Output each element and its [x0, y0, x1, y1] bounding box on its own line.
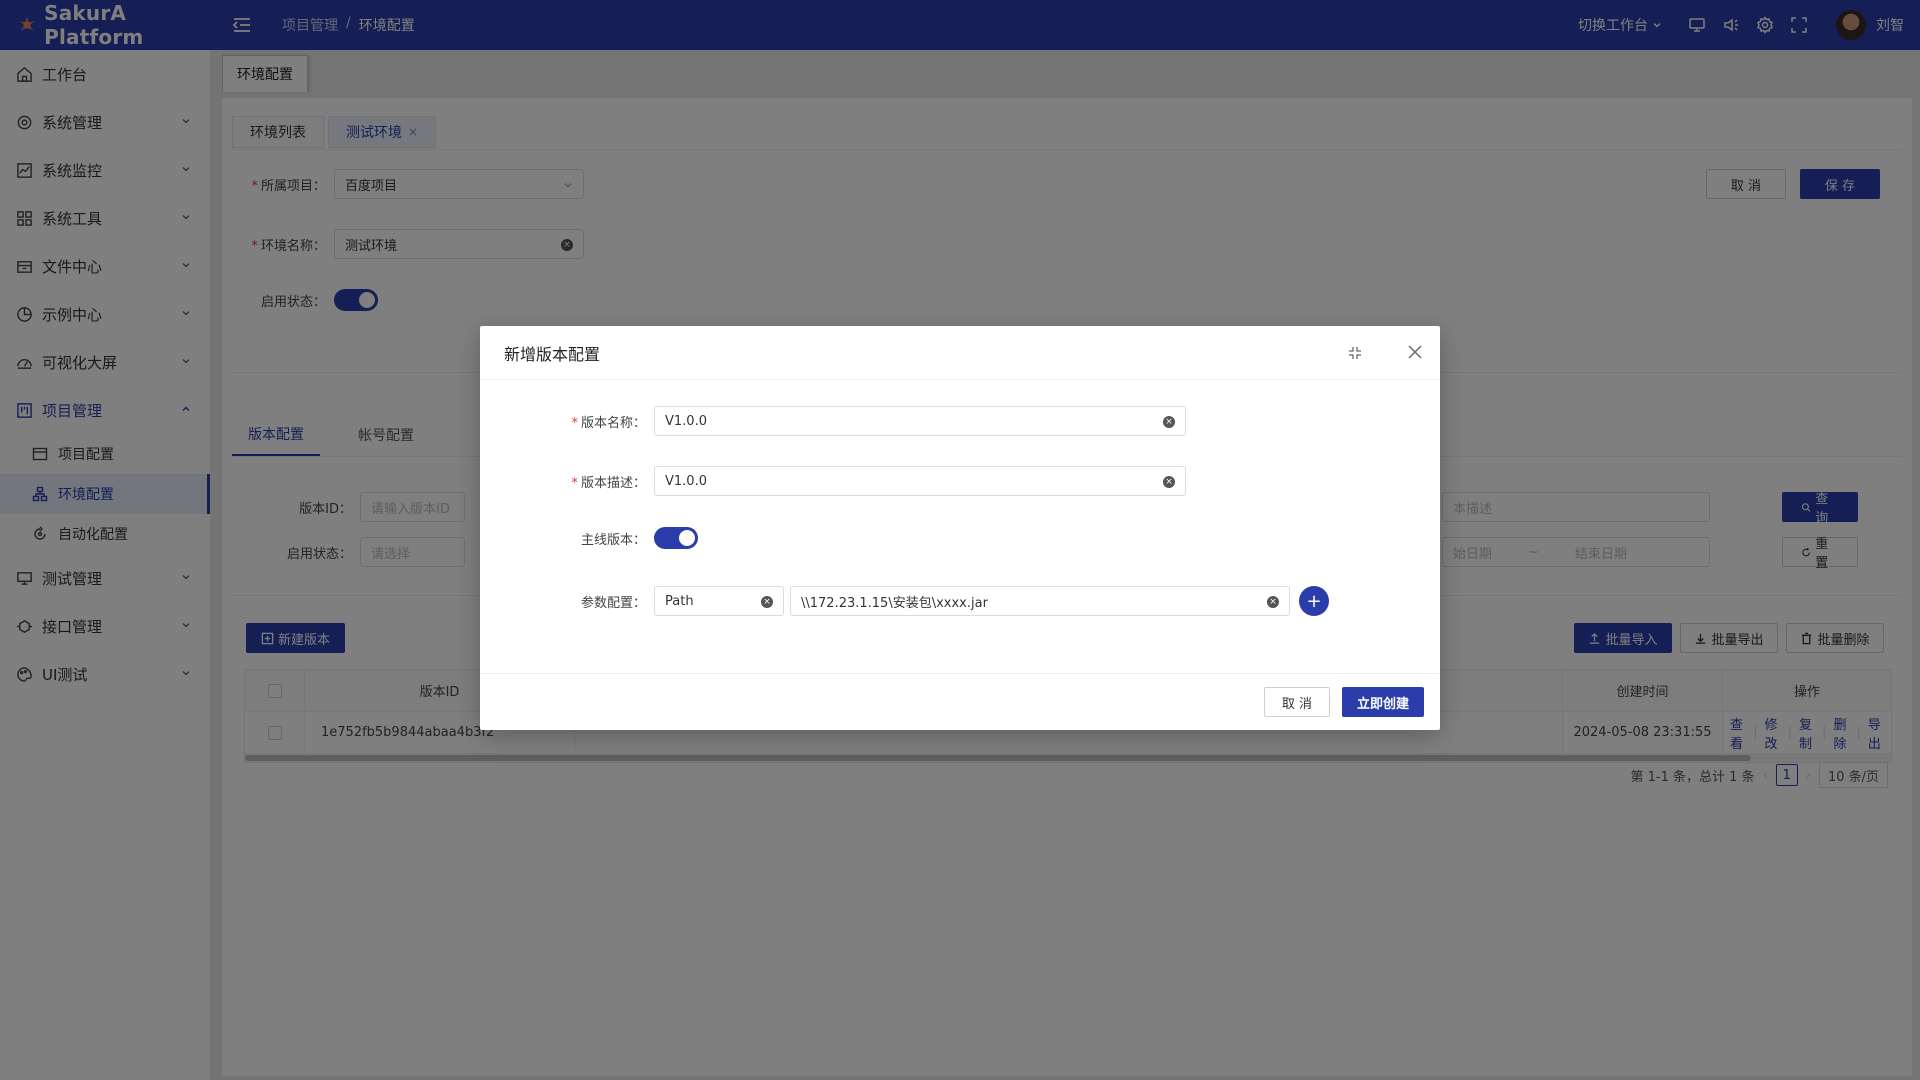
create-now-button[interactable]: 立即创建	[1342, 687, 1424, 717]
new-version-modal: 新增版本配置 * 版本名称： V1.0.0 × * 版本描述： V1.0.0 × 主…	[480, 326, 1440, 730]
param-config-row: 参数配置： Path × \\172.23.1.15\安装包\xxxx.jar …	[480, 586, 1329, 616]
required-mark: *	[571, 415, 578, 431]
clear-icon[interactable]: ×	[1163, 476, 1175, 488]
modal-title: 新增版本配置	[504, 344, 601, 364]
version-desc-label: * 版本描述：	[480, 472, 654, 491]
required-mark: *	[571, 475, 578, 491]
clear-icon[interactable]: ×	[761, 596, 773, 608]
close-icon[interactable]	[1406, 343, 1424, 361]
version-name-value: V1.0.0	[665, 413, 707, 429]
param-config-label: 参数配置：	[580, 595, 646, 611]
version-name-label-text: 版本名称：	[580, 415, 646, 431]
mainline-label: 主线版本：	[580, 532, 646, 548]
version-name-label: * 版本名称：	[480, 412, 654, 431]
version-desc-label-text: 版本描述：	[580, 475, 646, 491]
version-desc-value: V1.0.0	[665, 473, 707, 489]
modal-footer: 取 消 立即创建	[480, 673, 1440, 730]
param-value-text: \\172.23.1.15\安装包\xxxx.jar	[801, 595, 988, 611]
mainline-row: 主线版本：	[480, 527, 698, 549]
modal-header: 新增版本配置	[480, 326, 1440, 380]
mainline-toggle[interactable]	[654, 527, 698, 549]
param-value-input[interactable]: \\172.23.1.15\安装包\xxxx.jar ×	[790, 586, 1290, 616]
version-desc-input[interactable]: V1.0.0 ×	[654, 466, 1186, 496]
version-name-input[interactable]: V1.0.0 ×	[654, 406, 1186, 436]
clear-icon[interactable]: ×	[1163, 416, 1175, 428]
add-param-button[interactable]: +	[1299, 586, 1329, 616]
clear-icon[interactable]: ×	[1267, 596, 1279, 608]
version-desc-row: * 版本描述： V1.0.0 ×	[480, 466, 1186, 496]
param-key-input[interactable]: Path ×	[654, 586, 784, 616]
param-key-value: Path	[665, 593, 694, 609]
collapse-icon[interactable]	[1348, 346, 1362, 360]
modal-cancel-button[interactable]: 取 消	[1264, 687, 1330, 717]
version-name-row: * 版本名称： V1.0.0 ×	[480, 406, 1186, 436]
